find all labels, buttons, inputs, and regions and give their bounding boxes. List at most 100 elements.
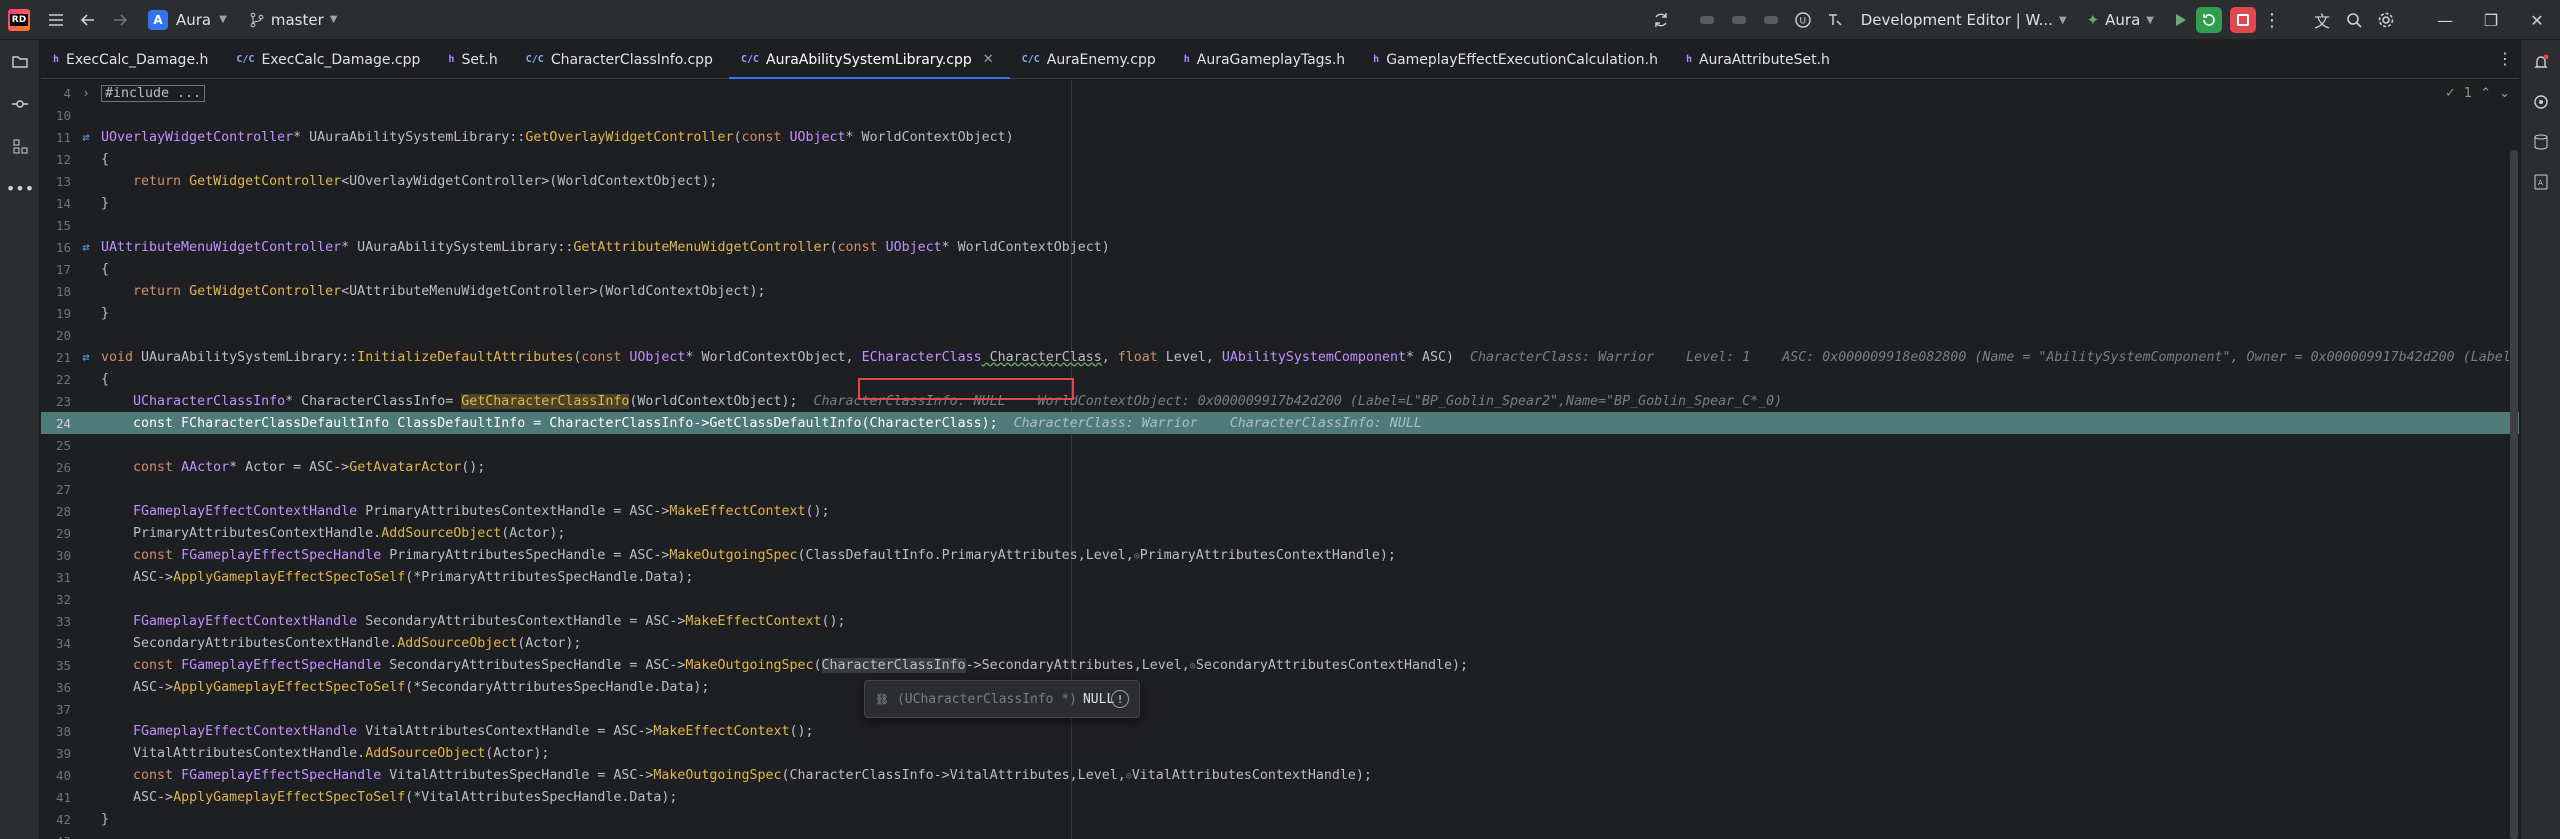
tab-characterclassinfo-cpp[interactable]: C/C CharacterClassInfo.cpp bbox=[514, 41, 729, 78]
code-line: 11 ⇄ UOverlayWidgetController* UAuraAbilit… bbox=[41, 126, 2519, 148]
stop-button[interactable] bbox=[2230, 7, 2256, 33]
inline-debug-value-worldcontext: WorldContextObject: 0x000009917b42d200 (… bbox=[1013, 393, 1783, 409]
gamepad-icon[interactable] bbox=[1691, 4, 1723, 36]
more-vertical-icon[interactable]: ⋮ bbox=[2256, 4, 2288, 36]
code-token: SecondaryAttributesContextHandle); bbox=[1195, 657, 1469, 673]
tab-auraattributeset-h[interactable]: h AuraAttributeSet.h bbox=[1674, 41, 1846, 78]
settings-gear-icon[interactable] bbox=[2370, 4, 2402, 36]
line-number: 25 bbox=[55, 437, 71, 453]
info-icon[interactable]: ! bbox=[1111, 690, 1129, 708]
code-token: FGameplayEffectContextHandle bbox=[101, 613, 358, 629]
git-branch-icon bbox=[250, 12, 264, 27]
tab-label: AuraEnemy.cpp bbox=[1046, 51, 1156, 68]
target-icon: ✦ bbox=[2086, 11, 2100, 29]
code-line: 40 const FGameplayEffectSpecHandle Vital… bbox=[41, 764, 2519, 786]
debug-resume-button[interactable] bbox=[2196, 7, 2222, 33]
database-icon[interactable] bbox=[2525, 126, 2557, 158]
code-token: GetWidgetController bbox=[189, 173, 342, 189]
more-horizontal-icon[interactable]: ••• bbox=[4, 172, 36, 204]
tab-gameplayeffectexecutioncalculation-h[interactable]: h GameplayEffectExecutionCalculation.h bbox=[1361, 41, 1674, 78]
minimize-window-icon[interactable]: — bbox=[2422, 0, 2468, 40]
code-token: } bbox=[101, 305, 110, 321]
code-token: VitalAttributesSpecHandle = ASC-> bbox=[381, 767, 654, 783]
main-menu-icon[interactable] bbox=[40, 4, 72, 36]
target-selector[interactable]: ✦ Aura ▼ bbox=[2077, 11, 2164, 29]
back-arrow-icon[interactable] bbox=[72, 4, 104, 36]
fold-icon[interactable]: › bbox=[71, 86, 101, 100]
code-token: FGameplayEffectContextHandle bbox=[101, 723, 358, 739]
tab-execcalc-damage-cpp[interactable]: C/C ExecCalc_Damage.cpp bbox=[224, 41, 436, 78]
run-configuration-selector[interactable]: Development Editor | W... ▼ bbox=[1851, 11, 2077, 29]
search-icon[interactable] bbox=[2338, 4, 2370, 36]
close-window-icon[interactable]: ✕ bbox=[2514, 0, 2560, 40]
cpp-file-icon: C/C bbox=[525, 54, 544, 65]
line-number: 15 bbox=[55, 217, 71, 233]
tab-auraenemy-cpp[interactable]: C/C AuraEnemy.cpp bbox=[1010, 41, 1172, 78]
code-token: const FCharacterClassDefaultInfo ClassDe… bbox=[101, 415, 998, 431]
code-token: UAbilitySystemComponent bbox=[1221, 349, 1406, 365]
run-icon[interactable] bbox=[2164, 4, 2196, 36]
tab-set-h[interactable]: h Set.h bbox=[436, 41, 513, 78]
line-number: 23 bbox=[55, 393, 71, 409]
branch-name: master bbox=[270, 10, 324, 29]
code-token: ECharacterClass bbox=[861, 349, 982, 365]
code-token: (Actor); bbox=[517, 635, 582, 651]
header-file-icon: h bbox=[1685, 54, 1692, 65]
previous-problem-icon[interactable]: ⌃ bbox=[2480, 86, 2491, 101]
problems-indicator[interactable]: ✓ 1 ⌃ ⌄ bbox=[2445, 86, 2510, 101]
code-token: FGameplayEffectContextHandle bbox=[101, 503, 358, 519]
code-token: UCharacterClassInfo bbox=[101, 393, 286, 409]
check-icon: ✓ bbox=[2445, 86, 2456, 101]
tabs-more-icon[interactable]: ⋮ bbox=[2497, 49, 2513, 68]
unreal-blueprint-icon[interactable]: A bbox=[2525, 166, 2557, 198]
ai-assistant-icon[interactable] bbox=[2525, 86, 2557, 118]
code-line: 35 const FGameplayEffectSpecHandle Secon… bbox=[41, 654, 2519, 676]
forward-arrow-icon[interactable] bbox=[104, 4, 136, 36]
line-number: 29 bbox=[55, 525, 71, 541]
line-number: 42 bbox=[55, 811, 71, 827]
folder-icon[interactable] bbox=[4, 46, 36, 78]
maximize-window-icon[interactable]: ❐ bbox=[2468, 0, 2514, 40]
tab-execcalc-damage-h[interactable]: h ExecCalc_Damage.h bbox=[41, 41, 224, 78]
structure-icon[interactable] bbox=[4, 130, 36, 162]
project-selector[interactable]: A Aura ▼ bbox=[148, 9, 227, 30]
line-number: 22 bbox=[55, 371, 71, 387]
scrollbar-thumb[interactable] bbox=[2510, 150, 2518, 839]
code-line: 36 ASC->ApplyGameplayEffectSpecToSelf(*S… bbox=[41, 676, 2519, 698]
hovered-variable[interactable]: CharacterClassInfo bbox=[821, 657, 966, 673]
notifications-bell-icon[interactable] bbox=[2525, 46, 2557, 78]
commit-icon[interactable] bbox=[4, 88, 36, 120]
vertical-scrollbar[interactable] bbox=[2510, 80, 2518, 839]
code-token: (*PrimaryAttributesSpecHandle.Data); bbox=[405, 569, 694, 585]
branch-selector[interactable]: master ▼ bbox=[249, 10, 337, 29]
code-line: 32 bbox=[41, 588, 2519, 610]
implements-icon[interactable]: ⇄ bbox=[71, 240, 101, 254]
code-token: MakeEffectContext bbox=[685, 613, 822, 629]
code-token: GetCharacterClassInfo bbox=[461, 393, 630, 409]
inline-debug-values: CharacterClass: Warrior Level: 1 ASC: 0x… bbox=[1454, 349, 2511, 365]
cpp-file-icon: C/C bbox=[1021, 54, 1040, 65]
folded-include[interactable]: #include ... bbox=[101, 84, 206, 102]
gamepad-icon[interactable] bbox=[1723, 4, 1755, 36]
code-editor[interactable]: 4 › #include ... 10 11 ⇄ UOverlayWidgetContr… bbox=[41, 80, 2519, 839]
tab-auragameplaytags-h[interactable]: h AuraGameplayTags.h bbox=[1172, 41, 1361, 78]
line-number: 27 bbox=[55, 481, 71, 497]
next-problem-icon[interactable]: ⌄ bbox=[2499, 86, 2510, 101]
code-token: (); bbox=[461, 459, 486, 475]
unreal-engine-icon[interactable]: U bbox=[1787, 4, 1819, 36]
debug-value-tooltip[interactable]: ⛓ (UCharacterClassInfo *) NULL ! bbox=[864, 680, 1140, 718]
close-tab-icon[interactable]: ✕ bbox=[983, 52, 994, 67]
line-number: 19 bbox=[55, 305, 71, 321]
line-number: 28 bbox=[55, 503, 71, 519]
translate-icon[interactable]: 文 bbox=[2306, 4, 2338, 36]
implements-icon[interactable]: ⇄ bbox=[71, 350, 101, 364]
code-token: VitalAttributesContextHandle. bbox=[101, 745, 366, 761]
implements-icon[interactable]: ⇄ bbox=[71, 130, 101, 144]
gamepad-icon[interactable] bbox=[1755, 4, 1787, 36]
build-icon[interactable] bbox=[1819, 4, 1851, 36]
line-number: 10 bbox=[55, 107, 71, 123]
expand-value-icon[interactable]: ⛓ bbox=[875, 693, 889, 706]
tab-auraabilitysystemlibrary-cpp[interactable]: C/C AuraAbilitySystemLibrary.cpp ✕ bbox=[728, 41, 1010, 79]
code-line: 42} bbox=[41, 808, 2519, 830]
sync-icon[interactable] bbox=[1645, 4, 1677, 36]
